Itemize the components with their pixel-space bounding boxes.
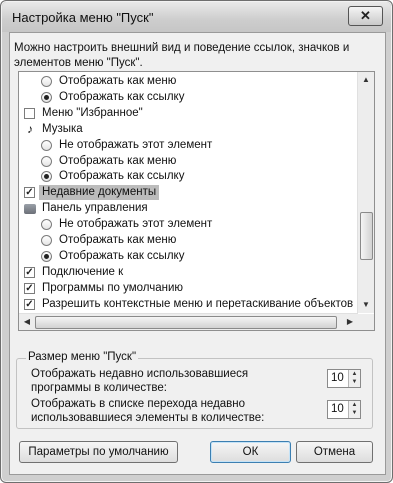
list-option-radio[interactable]: Отображать как ссылку — [41, 89, 187, 106]
list-option-radio[interactable]: Не отображать этот элемент — [41, 216, 215, 233]
start-menu-size-group-title: Размер меню "Пуск" — [26, 351, 139, 363]
list-group-header: Панель управления — [24, 200, 151, 217]
list-item-label: Разрешить контекстные меню и перетаскива… — [42, 297, 354, 310]
jump-list-spin-buttons[interactable]: ▲ ▼ — [348, 401, 360, 418]
list-option-radio[interactable]: Не отображать этот элемент — [41, 137, 215, 154]
list-option-checkbox[interactable]: ✓ Подключение к — [24, 264, 126, 281]
list-option-radio[interactable]: Отображать как меню — [41, 153, 179, 170]
start-menu-options-list[interactable]: Отображать как меню Отображать как ссылку… — [18, 71, 375, 331]
checkbox[interactable]: ✓ — [24, 282, 35, 294]
music-note-icon: ♪ — [27, 122, 33, 137]
cancel-label: Отмена — [313, 446, 356, 458]
list-group-header: ♪ Музыка — [24, 121, 86, 138]
description-text: Можно настроить внешний вид и поведение … — [14, 42, 350, 69]
checkbox[interactable]: ✓ — [24, 187, 35, 199]
list-item-label: Отображать как ссылку — [59, 249, 185, 262]
scroll-right-icon[interactable]: ▶ — [342, 314, 358, 330]
list-item-label: Подключение к — [42, 265, 124, 278]
scroll-left-icon[interactable]: ◀ — [19, 314, 35, 330]
checkbox[interactable]: ✓ — [24, 298, 35, 310]
list-option-radio[interactable]: Отображать как меню — [41, 73, 179, 90]
list-item-label: Отображать как ссылку — [59, 90, 185, 103]
scroll-corner — [358, 314, 374, 330]
vertical-scroll-thumb[interactable] — [360, 212, 373, 260]
spin-down-icon[interactable]: ▼ — [349, 378, 360, 386]
list-option-checkbox[interactable]: ✓ Программы по умолчанию — [24, 280, 186, 297]
list-item-label: Панель управления — [42, 202, 148, 215]
checkbox[interactable]: ✓ — [24, 266, 35, 278]
ok-label: ОК — [242, 446, 259, 458]
radio-button[interactable] — [41, 139, 52, 151]
close-button[interactable]: ✕ — [348, 6, 383, 26]
checkbox[interactable] — [24, 107, 35, 119]
horizontal-scroll-thumb[interactable] — [35, 316, 337, 329]
list-item-label: Не отображать этот элемент — [59, 138, 213, 151]
jump-list-spinner[interactable]: 10 ▲ ▼ — [327, 400, 361, 419]
options-list-viewport: Отображать как меню Отображать как ссылку… — [19, 72, 358, 314]
radio-button[interactable] — [41, 91, 52, 103]
radio-button[interactable] — [41, 235, 52, 246]
recent-programs-spinner[interactable]: 10 ▲ ▼ — [327, 369, 361, 388]
recent-programs-label-line2: программы в количестве: — [31, 382, 167, 394]
scroll-up-icon[interactable]: ▲ — [358, 72, 374, 88]
spin-up-icon[interactable]: ▲ — [349, 401, 360, 409]
window-title: Настройка меню "Пуск" — [12, 10, 154, 25]
vertical-scrollbar[interactable]: ▲ ▼ — [357, 72, 374, 313]
list-item-label: Недавние документы — [39, 185, 160, 201]
radio-button[interactable] — [41, 171, 52, 183]
list-item-label: Не отображать этот элемент — [59, 218, 213, 231]
list-item-label: Отображать как меню — [59, 234, 177, 246]
radio-button[interactable] — [41, 76, 52, 87]
list-item-label: Меню "Избранное" — [42, 106, 143, 119]
jump-list-value[interactable]: 10 — [331, 403, 344, 415]
restore-defaults-button[interactable]: Параметры по умолчанию — [19, 441, 178, 463]
list-item-label: Отображать как ссылку — [59, 170, 185, 183]
list-item-label: Музыка — [42, 122, 83, 135]
list-item-label: Отображать как меню — [59, 154, 177, 167]
scroll-down-icon[interactable]: ▼ — [358, 297, 374, 313]
control-panel-icon — [24, 203, 36, 214]
list-option-checkbox[interactable]: Меню "Избранное" — [24, 105, 146, 122]
jump-list-label-line2: использовавшиеся элементы в количестве: — [31, 412, 265, 424]
close-icon: ✕ — [360, 8, 371, 23]
radio-button[interactable] — [41, 250, 52, 262]
spin-down-icon[interactable]: ▼ — [349, 409, 360, 417]
list-item-label: Программы по умолчанию — [42, 281, 184, 294]
list-option-radio[interactable]: Отображать как меню — [41, 232, 179, 249]
radio-button[interactable] — [41, 219, 52, 231]
horizontal-scrollbar[interactable]: ◀ ▶ — [19, 313, 358, 330]
list-option-radio[interactable]: Отображать как ссылку — [41, 248, 187, 265]
title-bar[interactable]: Настройка меню "Пуск" ✕ — [2, 2, 391, 32]
recent-programs-spin-buttons[interactable]: ▲ ▼ — [348, 370, 360, 387]
list-item-label: Отображать как меню — [59, 75, 177, 87]
list-option-radio[interactable]: Отображать как ссылку — [41, 168, 187, 185]
ok-button[interactable]: ОК — [210, 441, 291, 463]
jump-list-label-line1: Отображать в списке перехода недавно — [31, 398, 246, 410]
list-option-checkbox[interactable]: ✓ Недавние документы — [24, 184, 160, 201]
spin-up-icon[interactable]: ▲ — [349, 370, 360, 378]
list-option-checkbox[interactable]: ✓ Разрешить контекстные меню и перетаскив… — [24, 296, 356, 313]
radio-button[interactable] — [41, 155, 52, 167]
cancel-button[interactable]: Отмена — [296, 441, 373, 463]
recent-programs-label-line1: Отображать недавно использовавшиеся — [31, 368, 249, 380]
recent-programs-value[interactable]: 10 — [331, 372, 344, 384]
restore-defaults-label: Параметры по умолчанию — [28, 446, 169, 458]
